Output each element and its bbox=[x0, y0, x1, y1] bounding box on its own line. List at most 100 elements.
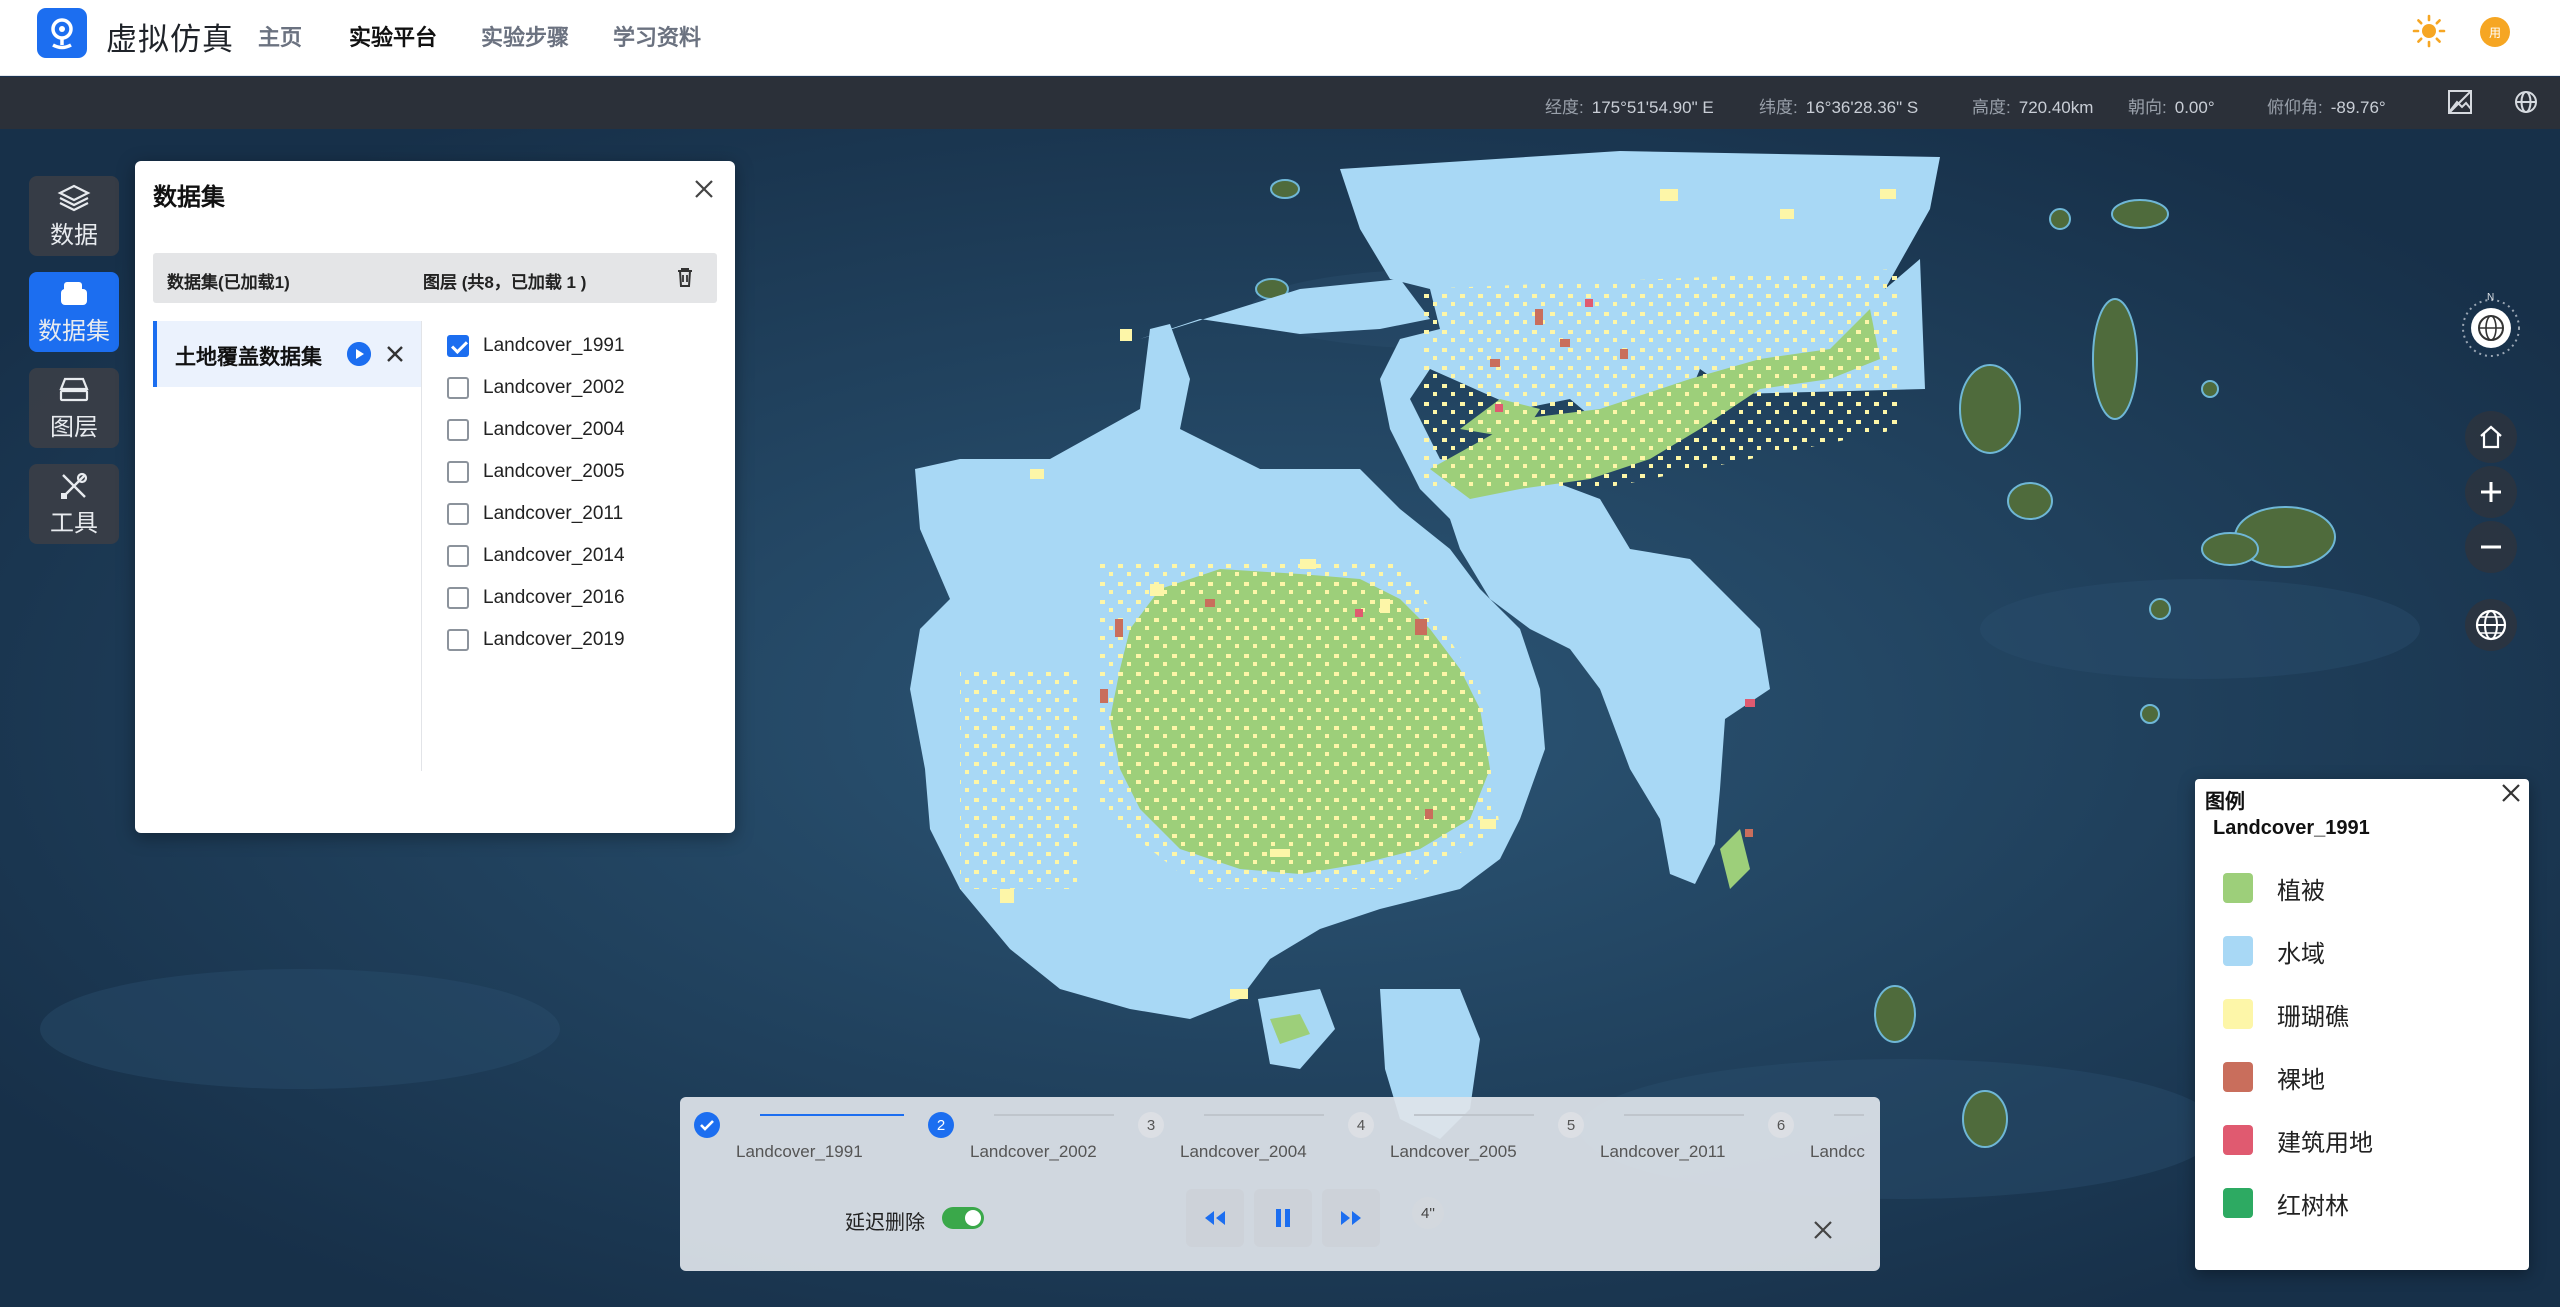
layer-checkbox[interactable] bbox=[447, 335, 469, 357]
delay-delete-toggle[interactable] bbox=[942, 1207, 984, 1229]
timeline-step-label[interactable]: Landcover_2005 bbox=[1390, 1142, 1517, 1162]
nav-steps[interactable]: 实验步骤 bbox=[481, 20, 569, 52]
layer-checkbox[interactable] bbox=[447, 377, 469, 399]
logo-icon bbox=[51, 18, 73, 50]
compass[interactable]: N bbox=[2461, 292, 2521, 358]
close-icon[interactable] bbox=[690, 175, 718, 203]
minus-icon bbox=[2481, 545, 2501, 549]
remove-dataset-icon[interactable] bbox=[383, 342, 407, 366]
layer-item[interactable]: Landcover_2014 bbox=[447, 541, 625, 571]
check-icon bbox=[700, 1120, 714, 1131]
timeline-step-label[interactable]: Landcc bbox=[1810, 1142, 1872, 1162]
tool-dataset-label: 数据集 bbox=[38, 317, 110, 345]
legend-item: 红树林 bbox=[2223, 1186, 2349, 1220]
layer-checkbox[interactable] bbox=[447, 419, 469, 441]
timeline-step-label[interactable]: Landcover_2004 bbox=[1180, 1142, 1307, 1162]
panel-title: 数据集 bbox=[153, 184, 225, 211]
legend-layer-name: Landcover_1991 bbox=[2213, 817, 2370, 839]
legend-title: 图例 bbox=[2205, 791, 2245, 813]
dataset-item[interactable]: 土地覆盖数据集 bbox=[153, 321, 421, 387]
globe-icon bbox=[2475, 609, 2507, 641]
layer-item[interactable]: Landcover_2002 bbox=[447, 373, 625, 403]
close-icon[interactable] bbox=[1810, 1217, 1836, 1243]
layer-name: Landcover_2011 bbox=[483, 503, 624, 524]
layer-name: Landcover_2014 bbox=[483, 545, 625, 566]
timeline-step-label[interactable]: Landcover_1991 bbox=[736, 1142, 863, 1162]
layer-name: Landcover_2005 bbox=[483, 461, 625, 482]
timeline-step-3[interactable]: 3 bbox=[1138, 1112, 1164, 1138]
legend-swatch bbox=[2223, 1062, 2253, 1092]
zoom-in-button[interactable] bbox=[2465, 466, 2517, 518]
timeline-step-1[interactable] bbox=[694, 1112, 720, 1138]
legend-item: 珊瑚礁 bbox=[2223, 997, 2349, 1031]
layer-checkbox[interactable] bbox=[447, 587, 469, 609]
legend-swatch bbox=[2223, 873, 2253, 903]
timeline-step-label[interactable]: Landcover_2011 bbox=[1600, 1142, 1725, 1162]
legend-swatch bbox=[2223, 1125, 2253, 1155]
panel-divider bbox=[421, 321, 422, 771]
rewind-button[interactable] bbox=[1186, 1189, 1244, 1247]
app-title: 虚拟仿真 bbox=[106, 22, 234, 57]
layer-item[interactable]: Landcover_2005 bbox=[447, 457, 625, 487]
home-button[interactable] bbox=[2465, 411, 2517, 463]
playback-speed[interactable]: 4'' bbox=[1412, 1197, 1444, 1229]
layer-item[interactable]: Landcover_2004 bbox=[447, 415, 625, 445]
timeline-step-6[interactable]: 6 bbox=[1768, 1112, 1794, 1138]
layer-checkbox[interactable] bbox=[447, 545, 469, 567]
timeline-line bbox=[1624, 1114, 1744, 1116]
timeline-step-2[interactable]: 2 bbox=[928, 1112, 954, 1138]
pause-button[interactable] bbox=[1254, 1189, 1312, 1247]
nav-platform[interactable]: 实验平台 bbox=[349, 20, 437, 52]
layer-checkbox[interactable] bbox=[447, 629, 469, 651]
nav-materials[interactable]: 学习资料 bbox=[613, 20, 701, 52]
layer-item[interactable]: Landcover_2016 bbox=[447, 583, 625, 613]
image-layer-icon[interactable] bbox=[2445, 87, 2475, 117]
layer-name: Landcover_1991 bbox=[483, 335, 625, 356]
timeline-step-label[interactable]: Landcover_2002 bbox=[970, 1142, 1097, 1162]
play-icon[interactable] bbox=[347, 342, 371, 366]
layer-item[interactable]: Landcover_2011 bbox=[447, 499, 623, 529]
app-logo[interactable] bbox=[37, 8, 87, 58]
nav-home[interactable]: 主页 bbox=[258, 20, 302, 52]
tool-layer-label: 图层 bbox=[50, 413, 98, 441]
zoom-out-button[interactable] bbox=[2465, 521, 2517, 573]
trash-icon[interactable] bbox=[673, 265, 697, 289]
timeline-line bbox=[994, 1114, 1114, 1116]
fast-forward-icon bbox=[1341, 1211, 1361, 1225]
datasets-column-header: 数据集(已加载1) bbox=[167, 273, 290, 292]
timeline-step-5[interactable]: 5 bbox=[1558, 1112, 1584, 1138]
globe-icon[interactable] bbox=[2511, 87, 2541, 117]
legend-label: 植被 bbox=[2277, 877, 2325, 905]
legend-panel: 图例 Landcover_1991 植被 水域 珊瑚礁 裸地 建筑用地 红树林 bbox=[2195, 779, 2529, 1270]
close-icon[interactable] bbox=[2497, 779, 2525, 807]
rewind-icon bbox=[1205, 1211, 1225, 1225]
compass-north-label: N bbox=[2487, 292, 2495, 303]
home-icon bbox=[2480, 425, 2502, 449]
top-nav: 虚拟仿真 主页 实验平台 实验步骤 学习资料 用 bbox=[0, 0, 2560, 76]
tool-layer[interactable]: 图层 bbox=[29, 368, 119, 448]
globe-view-button[interactable] bbox=[2465, 599, 2517, 651]
legend-item: 建筑用地 bbox=[2223, 1123, 2373, 1157]
tool-dataset[interactable]: 数据集 bbox=[29, 272, 119, 352]
legend-swatch bbox=[2223, 936, 2253, 966]
tool-tools[interactable]: 工具 bbox=[29, 464, 119, 544]
layer-item[interactable]: Landcover_1991 bbox=[447, 331, 625, 361]
pause-icon bbox=[1276, 1209, 1290, 1227]
panel-header: 数据集(已加载1) 图层 (共8，已加载 1 ) bbox=[153, 253, 717, 303]
tool-data[interactable]: 数据 bbox=[29, 176, 119, 256]
sun-icon[interactable] bbox=[2412, 14, 2446, 48]
fast-forward-button[interactable] bbox=[1322, 1189, 1380, 1247]
timeline-line bbox=[1834, 1114, 1864, 1116]
legend-label: 建筑用地 bbox=[2277, 1129, 2373, 1157]
layers-column-header: 图层 (共8，已加载 1 ) bbox=[423, 273, 587, 292]
layer-item[interactable]: Landcover_2019 bbox=[447, 625, 625, 655]
legend-swatch bbox=[2223, 999, 2253, 1029]
layer-checkbox[interactable] bbox=[447, 503, 469, 525]
timeline-progress-line bbox=[760, 1114, 904, 1116]
dataset-name: 土地覆盖数据集 bbox=[175, 346, 322, 369]
timeline-step-4[interactable]: 4 bbox=[1348, 1112, 1374, 1138]
layer-checkbox[interactable] bbox=[447, 461, 469, 483]
user-avatar[interactable]: 用 bbox=[2480, 17, 2510, 47]
longitude-readout: 经度: 175°51'54.90" E bbox=[1545, 98, 1714, 117]
tool-tools-label: 工具 bbox=[50, 509, 98, 537]
